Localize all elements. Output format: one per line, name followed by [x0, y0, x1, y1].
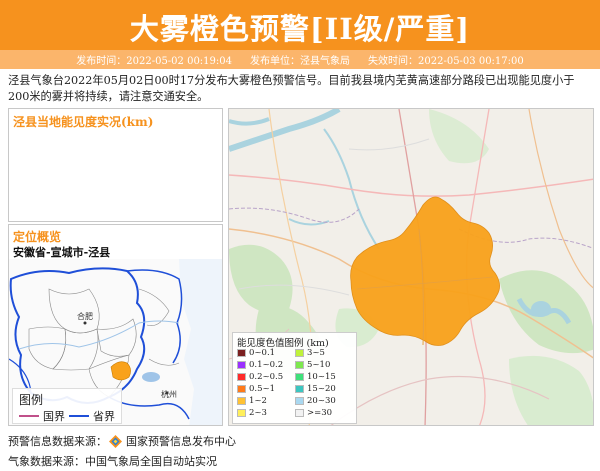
visibility-legend-item: 0~0.1	[237, 348, 275, 358]
swatch-icon	[237, 361, 246, 369]
boundary-legend: 图例 国界 省界	[12, 388, 122, 424]
weather-source-text: 气象数据来源：中国气象局全国自动站实况	[8, 455, 217, 468]
visibility-legend-label: 2~3	[249, 408, 267, 418]
map-label-hangzhou: 杭州	[161, 389, 177, 399]
visibility-legend-item: 15~20	[295, 384, 336, 394]
visibility-legend-label: 3~5	[307, 348, 325, 358]
location-name: 安徽省-宣城市-泾县	[13, 246, 111, 259]
visibility-legend-label: 0~0.1	[249, 348, 276, 358]
swatch-icon	[237, 349, 246, 357]
swatch-icon	[295, 373, 304, 381]
boundary-legend-title: 图例	[19, 393, 44, 407]
warning-description: 泾县气象台2022年05月02日00时17分发布大雾橙色预警信号。目前我县境内芜…	[8, 74, 575, 103]
visibility-legend-item: 3~5	[295, 348, 325, 358]
visibility-panel: 泾县当地能见度实况(km)	[8, 108, 223, 222]
visibility-legend-label: >=30	[307, 408, 333, 418]
visibility-legend-item: 20~30	[295, 396, 336, 406]
visibility-legend-item: 2~3	[237, 408, 267, 418]
visibility-legend-item: >=30	[295, 408, 332, 418]
warning-title: 大雾橙色预警[II级/严重]	[129, 12, 471, 46]
visibility-legend-item: 0.2~0.5	[237, 372, 283, 382]
visibility-legend-item: 10~15	[295, 372, 336, 382]
map-label-hefei: 合肥	[77, 311, 93, 321]
visibility-legend-label: 0.5~1	[249, 384, 276, 394]
visibility-legend-item: 0.5~1	[237, 384, 275, 394]
warning-source-label: 预警信息数据来源：	[8, 435, 107, 448]
swatch-icon	[237, 385, 246, 393]
warning-header: 大雾橙色预警[II级/严重]	[0, 0, 600, 50]
publish-time: 发布时间：2022-05-02 00:19:04	[76, 56, 232, 67]
visibility-legend-item: 0.1~0.2	[237, 360, 283, 370]
swatch-icon	[295, 385, 304, 393]
visibility-legend-label: 1~2	[249, 396, 267, 406]
visibility-legend-label: 15~20	[307, 384, 336, 394]
swatch-icon	[295, 361, 304, 369]
publisher: 发布单位：泾县气象局	[250, 56, 350, 67]
swatch-icon	[237, 409, 246, 417]
weather-data-source: 气象数据来源：中国气象局全国自动站实况	[8, 453, 217, 469]
warning-data-source: 预警信息数据来源： 国家预警信息发布中心	[8, 433, 236, 449]
swatch-icon	[295, 349, 304, 357]
visibility-color-legend: 能见度色值图例 (km) 0~0.1 0.1~0.2 0.2~0.5 0.5~1…	[232, 332, 357, 424]
national-border-line-icon	[19, 415, 39, 417]
expire-time: 失效时间：2022-05-03 00:17:00	[368, 56, 524, 67]
legend-item-national-border: 国界	[19, 408, 65, 424]
swatch-icon	[295, 397, 304, 405]
province-border-line-icon	[69, 415, 89, 417]
national-border-label: 国界	[43, 410, 65, 423]
visibility-legend-item: 5~10	[295, 360, 330, 370]
visibility-legend-label: 5~10	[307, 360, 331, 370]
warning-meta-bar: 发布时间：2022-05-02 00:19:04 发布单位：泾县气象局 失效时间…	[0, 50, 600, 69]
swatch-icon	[295, 409, 304, 417]
visibility-legend-label: 20~30	[307, 396, 336, 406]
warning-center-logo-icon	[109, 434, 122, 448]
swatch-icon	[237, 373, 246, 381]
visibility-legend-title: 能见度色值图例 (km)	[237, 338, 329, 349]
visibility-legend-label: 0.1~0.2	[249, 360, 284, 370]
visibility-legend-label: 0.2~0.5	[249, 372, 284, 382]
visibility-legend-item: 1~2	[237, 396, 267, 406]
location-panel-title: 定位概览	[13, 230, 62, 244]
visibility-legend-label: 10~15	[307, 372, 336, 382]
swatch-icon	[237, 397, 246, 405]
legend-item-province-border: 省界	[69, 408, 115, 424]
visibility-panel-title: 泾县当地能见度实况(km)	[13, 115, 154, 129]
warning-source-name[interactable]: 国家预警信息发布中心	[126, 433, 236, 449]
province-border-label: 省界	[93, 410, 115, 423]
